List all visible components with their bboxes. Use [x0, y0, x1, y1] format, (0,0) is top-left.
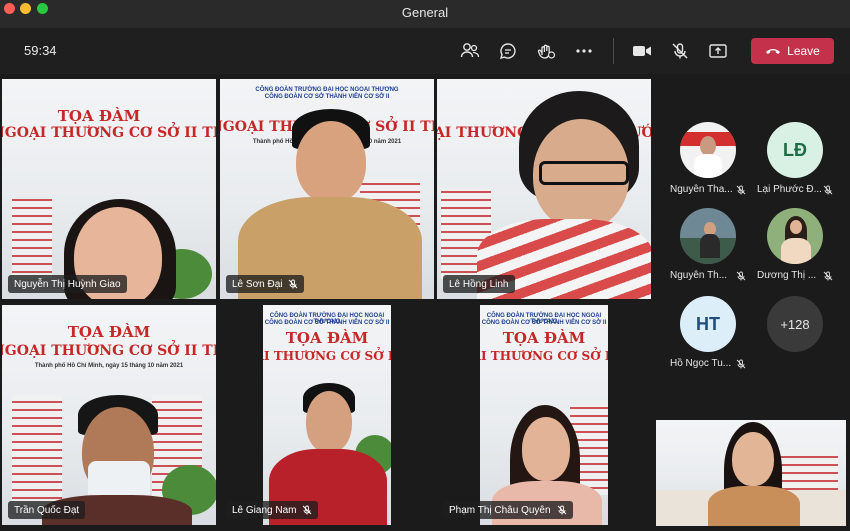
participant-name-tag: Nguyễn Thị Huỳnh Giao — [8, 275, 127, 293]
leave-button[interactable]: Leave — [751, 38, 834, 64]
avatar — [680, 122, 736, 178]
banner-main-text: NGOẠI THƯƠNG CƠ SỞ II TRƯỚC THỀM — [2, 343, 216, 359]
avatar — [680, 208, 736, 264]
avatar: HT — [680, 296, 736, 352]
camera-icon — [633, 46, 651, 56]
toolbar-divider — [613, 38, 614, 64]
participant-name: Nguyễn Thị Huỳnh Giao — [14, 278, 121, 290]
more-options-button[interactable] — [571, 38, 597, 64]
participant-name: Phạm Thị Châu Quyên — [449, 504, 551, 516]
participant-name-tag: Lê Giang Nam — [226, 501, 319, 519]
portrait-video: CÔNG ĐOÀN TRƯỜNG ĐẠI HỌC NGOẠI THƯƠNG CÔ… — [263, 305, 391, 525]
roster-participant-4[interactable]: Dương Thị ... — [757, 208, 837, 288]
video-tile-giang-nam[interactable]: CÔNG ĐOÀN TRƯỜNG ĐẠI HỌC NGOẠI THƯƠNG CÔ… — [220, 305, 434, 525]
teams-meeting-window: General 59:34 Leave TỌA ĐÀM GOẠI THƯƠNG … — [0, 0, 850, 531]
roster-participant-2[interactable]: LĐ Lại Phước Đ... — [757, 122, 837, 202]
participant-name-tag: Lê Sơn Đại — [226, 275, 305, 293]
roster-name: Dương Thị ... — [757, 270, 817, 281]
participant-name: Lê Hồng Linh — [449, 278, 509, 290]
building-graphic — [12, 199, 52, 279]
banner-main-text: NGOẠI THƯƠNG CƠ SỞ II TRƯỚC THỀM — [263, 349, 391, 363]
reactions-icon — [537, 44, 556, 59]
more-participants-count: +128 — [767, 296, 823, 352]
window-title: General — [401, 5, 449, 20]
mic-off-icon — [736, 271, 746, 281]
mic-off-icon — [736, 185, 746, 195]
people-button[interactable] — [457, 38, 483, 64]
chat-icon — [499, 43, 516, 59]
avatar-initials: HT — [696, 313, 720, 334]
participant-name: Lê Giang Nam — [232, 504, 297, 516]
banner-org-line-2: CÔNG ĐOÀN CƠ SỞ THÀNH VIÊN CƠ SỞ II — [264, 94, 390, 100]
phone-icon — [766, 49, 781, 54]
video-tile-hong-linh[interactable]: NGOẠI THƯƠNG CƠ SỞ II TRƯỚC THỀM Lê Hồng… — [437, 79, 651, 299]
participant-name: Trần Quốc Đạt — [14, 504, 80, 516]
more-count-label: +128 — [780, 316, 810, 332]
video-tile-huynh-giao[interactable]: TỌA ĐÀM NGOẠI THƯƠNG CƠ SỞ II TRƯỚC THỀM… — [2, 79, 216, 299]
more-participants-button[interactable]: +128 — [757, 296, 837, 356]
portrait-video: CÔNG ĐOÀN TRƯỜNG ĐẠI HỌC NGOẠI THƯƠNG CÔ… — [480, 305, 608, 525]
avatar: LĐ — [767, 122, 823, 178]
share-screen-button[interactable] — [705, 38, 731, 64]
video-tile-quoc-dat[interactable]: TỌA ĐÀM NGOẠI THƯƠNG CƠ SỞ II TRƯỚC THỀM… — [2, 305, 216, 525]
avatar — [767, 208, 823, 264]
reactions-button[interactable] — [533, 38, 559, 64]
people-icon — [460, 43, 480, 58]
banner-title: TỌA ĐÀM — [502, 329, 586, 347]
roster-name: Nguyễn Tha... — [670, 184, 733, 195]
participant-name-tag: Trần Quốc Đạt — [8, 501, 86, 519]
roster-name: Lại Phước Đ... — [757, 184, 822, 195]
self-view-video[interactable] — [656, 420, 846, 526]
banner-title: TỌA ĐÀM — [57, 107, 141, 125]
roster-name: Hồ Ngọc Tu... — [670, 358, 732, 369]
participant-name-tag: Lê Hồng Linh — [443, 275, 515, 293]
banner-org-line-2: CÔNG ĐOÀN CƠ SỞ THÀNH VIÊN CƠ SỞ II — [264, 320, 390, 326]
avatar-initials: LĐ — [783, 139, 807, 160]
roster-name: Nguyễn Th... — [670, 270, 728, 281]
meeting-toolbar: 59:34 Leave — [0, 28, 850, 74]
video-tile-chau-quyen[interactable]: CÔNG ĐOÀN TRƯỜNG ĐẠI HỌC NGOẠI THƯƠNG CÔ… — [437, 305, 651, 525]
mic-off-icon — [289, 279, 298, 289]
title-bar: General — [0, 0, 850, 28]
mic-off-icon — [736, 359, 746, 369]
participant-name: Lê Sơn Đại — [232, 278, 283, 290]
chat-button[interactable] — [495, 38, 521, 64]
banner-org-line: CÔNG ĐOÀN TRƯỜNG ĐẠI HỌC NGOẠI THƯƠNG — [255, 87, 399, 93]
mic-off-icon — [557, 505, 566, 515]
mute-button[interactable] — [667, 38, 693, 64]
banner-main-text: NGOẠI THƯƠNG CƠ SỞ II TRƯỚC THỀM — [480, 349, 608, 363]
banner-main-text: NGOẠI THƯƠNG CƠ SỞ II TRƯỚC THỀM — [2, 125, 216, 141]
mic-off-icon — [823, 185, 833, 195]
banner-org-line-2: CÔNG ĐOÀN CƠ SỞ THÀNH VIÊN CƠ SỞ II — [481, 320, 607, 326]
roster-participant-1[interactable]: Nguyễn Tha... — [670, 122, 750, 202]
more-icon — [576, 49, 592, 53]
mic-off-icon — [672, 43, 688, 59]
meeting-timer: 59:34 — [24, 43, 57, 58]
banner-title: TỌA ĐÀM — [285, 329, 369, 347]
banner-date: Thành phố Hồ Chí Minh, ngày 15 tháng 10 … — [34, 363, 184, 369]
banner-title: TỌA ĐÀM — [67, 323, 151, 341]
roster-participant-5[interactable]: HT Hồ Ngọc Tu... — [670, 296, 750, 376]
video-tile-son-dai[interactable]: CÔNG ĐOÀN TRƯỜNG ĐẠI HỌC NGOẠI THƯƠNG CÔ… — [220, 79, 434, 299]
camera-button[interactable] — [629, 38, 655, 64]
participant-name-tag: Phạm Thị Châu Quyên — [443, 501, 573, 519]
mic-off-icon — [823, 271, 833, 281]
building-graphic — [12, 395, 62, 505]
share-icon — [709, 44, 727, 58]
mic-off-icon — [303, 505, 312, 515]
leave-label: Leave — [787, 44, 820, 58]
roster-participant-3[interactable]: Nguyễn Th... — [670, 208, 750, 288]
